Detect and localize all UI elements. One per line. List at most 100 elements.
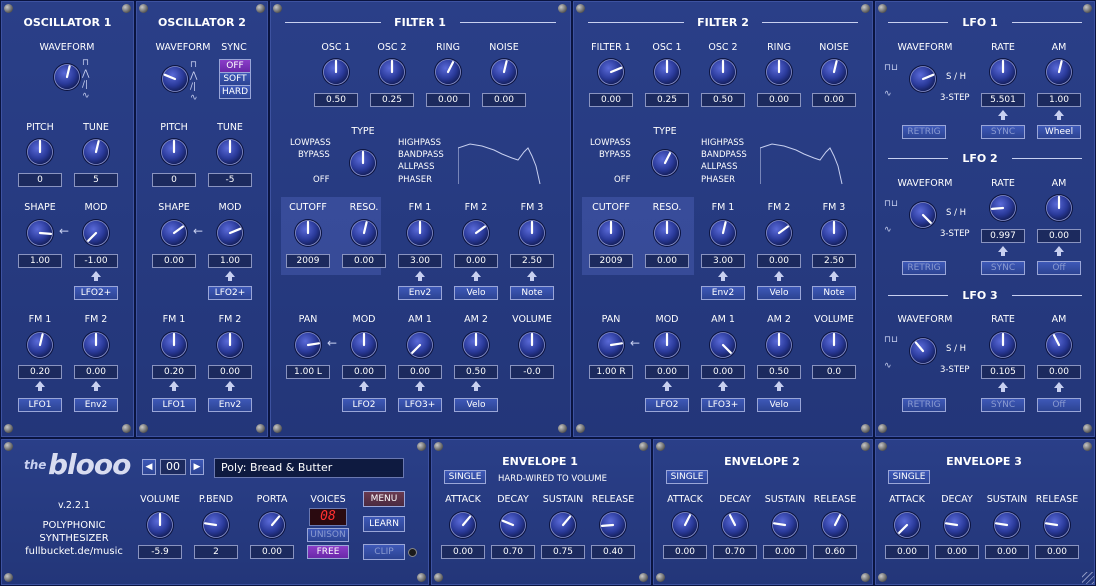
lfo3-retrig-button[interactable]: RETRIG [902, 398, 946, 412]
filter2-fm2-source-button[interactable]: Velo [757, 286, 801, 300]
filter1-mod-value[interactable]: 0.00 [342, 365, 386, 379]
env2-sustain-value[interactable]: 0.00 [763, 545, 807, 559]
prev-program-button[interactable]: ◀ [142, 459, 156, 475]
filter2-ring-value[interactable]: 0.00 [757, 93, 801, 107]
osc1-shape-knob[interactable] [25, 218, 55, 248]
filter2-volume-value[interactable]: 0.0 [812, 365, 856, 379]
filter2-mod-value[interactable]: 0.00 [645, 365, 689, 379]
filter2-am2-value[interactable]: 0.50 [757, 365, 801, 379]
master-volume-value[interactable]: -5.9 [138, 545, 182, 559]
program-number[interactable]: 00 [160, 459, 186, 475]
filter1-am2-source-button[interactable]: Velo [454, 398, 498, 412]
env3-attack-knob[interactable] [892, 510, 922, 540]
osc1-fm1-source-button[interactable]: LFO1 [18, 398, 62, 412]
osc1-mod-knob[interactable] [81, 218, 111, 248]
filter2-reso-knob[interactable] [652, 218, 682, 248]
env1-release-knob[interactable] [598, 510, 628, 540]
filter1-pan-knob[interactable] [293, 330, 323, 360]
filter2-noise-knob[interactable] [819, 57, 849, 87]
filter2-fm2-knob[interactable] [764, 218, 794, 248]
env1-release-value[interactable]: 0.40 [591, 545, 635, 559]
osc2-tune-value[interactable]: -5 [208, 173, 252, 187]
env2-release-value[interactable]: 0.60 [813, 545, 857, 559]
osc2-fm1-source-button[interactable]: LFO1 [152, 398, 196, 412]
clip-button[interactable]: CLIP [363, 544, 405, 560]
env2-attack-value[interactable]: 0.00 [663, 545, 707, 559]
osc2-fm1-value[interactable]: 0.20 [152, 365, 196, 379]
filter2-reso-value[interactable]: 0.00 [645, 254, 689, 268]
env3-decay-knob[interactable] [942, 510, 972, 540]
lfo2-waveform-knob[interactable] [908, 200, 938, 230]
lfo1-retrig-button[interactable]: RETRIG [902, 125, 946, 139]
filter1-fm3-knob[interactable] [517, 218, 547, 248]
osc1-fm2-source-button[interactable]: Env2 [74, 398, 118, 412]
website-link[interactable]: fullbucket.de/music [12, 546, 136, 557]
env2-release-knob[interactable] [820, 510, 850, 540]
filter1-am2-knob[interactable] [461, 330, 491, 360]
env1-decay-value[interactable]: 0.70 [491, 545, 535, 559]
filter1-fm3-source-button[interactable]: Note [510, 286, 554, 300]
filter2-am1-source-button[interactable]: LFO3+ [701, 398, 745, 412]
filter2-fm3-source-button[interactable]: Note [812, 286, 856, 300]
osc2-sync-soft-button[interactable]: SOFT [219, 72, 251, 86]
osc2-mod-source-button[interactable]: LFO2+ [208, 286, 252, 300]
filter1-am1-knob[interactable] [405, 330, 435, 360]
filter2-am2-knob[interactable] [764, 330, 794, 360]
filter1-fm2-source-button[interactable]: Velo [454, 286, 498, 300]
filter1-volume-value[interactable]: -0.0 [510, 365, 554, 379]
filter1-mod-source-button[interactable]: LFO2 [342, 398, 386, 412]
lfo2-am-source-button[interactable]: Off [1037, 261, 1081, 275]
osc2-tune-knob[interactable] [215, 137, 245, 167]
lfo2-am-knob[interactable] [1044, 193, 1074, 223]
env1-sustain-knob[interactable] [548, 510, 578, 540]
lfo1-am-knob[interactable] [1044, 57, 1074, 87]
lfo1-rate-value[interactable]: 5.501 [981, 93, 1025, 107]
filter2-mod-knob[interactable] [652, 330, 682, 360]
program-name-display[interactable]: Poly: Bread & Butter [214, 458, 404, 478]
osc2-pitch-knob[interactable] [159, 137, 189, 167]
osc2-waveform-knob[interactable] [160, 64, 190, 94]
osc2-pitch-value[interactable]: 0 [152, 173, 196, 187]
filter2-fm1-value[interactable]: 3.00 [701, 254, 745, 268]
menu-button[interactable]: MENU [363, 491, 405, 507]
filter1-osc1-value[interactable]: 0.50 [314, 93, 358, 107]
env3-release-value[interactable]: 0.00 [1035, 545, 1079, 559]
lfo3-am-source-button[interactable]: Off [1037, 398, 1081, 412]
lfo3-waveform-knob[interactable] [908, 336, 938, 366]
filter1-fm2-knob[interactable] [461, 218, 491, 248]
filter2-f1-knob[interactable] [596, 57, 626, 87]
env2-attack-knob[interactable] [670, 510, 700, 540]
filter2-fm1-knob[interactable] [708, 218, 738, 248]
env3-sustain-knob[interactable] [992, 510, 1022, 540]
filter1-reso-value[interactable]: 0.00 [342, 254, 386, 268]
filter2-fm3-knob[interactable] [819, 218, 849, 248]
lfo1-am-value[interactable]: 1.00 [1037, 93, 1081, 107]
filter1-pan-value[interactable]: 1.00 L [286, 365, 330, 379]
unison-button[interactable]: UNISON [307, 528, 349, 542]
osc1-shape-value[interactable]: 1.00 [18, 254, 62, 268]
lfo1-waveform-knob[interactable] [908, 64, 938, 94]
lfo1-rate-knob[interactable] [988, 57, 1018, 87]
osc1-waveform-knob[interactable] [52, 62, 82, 92]
filter1-am2-value[interactable]: 0.50 [454, 365, 498, 379]
voices-display[interactable]: 08 [309, 508, 347, 526]
osc1-pitch-knob[interactable] [25, 137, 55, 167]
env3-decay-value[interactable]: 0.00 [935, 545, 979, 559]
filter1-noise-knob[interactable] [489, 57, 519, 87]
master-volume-knob[interactable] [145, 510, 175, 540]
filter1-noise-value[interactable]: 0.00 [482, 93, 526, 107]
free-button[interactable]: FREE [307, 545, 349, 559]
env3-attack-value[interactable]: 0.00 [885, 545, 929, 559]
portamento-knob[interactable] [257, 510, 287, 540]
filter2-f1-value[interactable]: 0.00 [589, 93, 633, 107]
pitchbend-value[interactable]: 2 [194, 545, 238, 559]
filter1-ring-knob[interactable] [433, 57, 463, 87]
filter2-osc1-knob[interactable] [652, 57, 682, 87]
next-program-button[interactable]: ▶ [190, 459, 204, 475]
lfo3-sync-button[interactable]: SYNC [981, 398, 1025, 412]
osc1-fm1-value[interactable]: 0.20 [18, 365, 62, 379]
filter1-volume-knob[interactable] [517, 330, 547, 360]
filter2-am1-knob[interactable] [708, 330, 738, 360]
osc2-sync-hard-button[interactable]: HARD [219, 85, 251, 99]
filter2-cutoff-knob[interactable] [596, 218, 626, 248]
